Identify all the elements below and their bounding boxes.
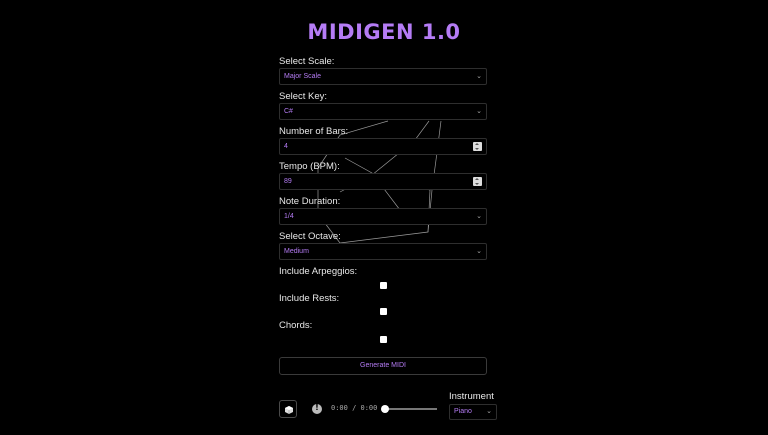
duration-select[interactable]: 1/4 ⌄ [279, 208, 487, 225]
generate-midi-button[interactable]: Generate MIDI [279, 357, 487, 375]
key-select[interactable]: C# ⌄ [279, 103, 487, 120]
arpeggios-checkbox[interactable] [379, 282, 387, 289]
bars-label: Number of Bars: [279, 126, 349, 137]
seek-handle[interactable] [381, 405, 389, 413]
instrument-label: Instrument [449, 391, 494, 402]
play-button[interactable] [279, 400, 297, 418]
octave-label: Select Octave: [279, 231, 341, 242]
tempo-stepper-icon[interactable] [473, 177, 482, 186]
chevron-down-icon: ⌄ [476, 248, 482, 255]
tempo-input[interactable]: 89 [279, 173, 487, 190]
cube-icon [285, 406, 293, 414]
chevron-down-icon: ⌄ [476, 73, 482, 80]
key-label: Select Key: [279, 91, 328, 102]
key-value: C# [284, 108, 293, 115]
rests-checkbox[interactable] [379, 308, 387, 315]
audio-player: 0:00 / 0:00 [279, 400, 439, 418]
tempo-label: Tempo (BPM): [279, 161, 340, 172]
scale-label: Select Scale: [279, 56, 335, 67]
tempo-value: 89 [284, 178, 292, 185]
rests-label: Include Rests: [279, 293, 340, 304]
bars-stepper-icon[interactable] [473, 142, 482, 151]
seek-bar[interactable] [385, 408, 437, 410]
chevron-down-icon: ⌄ [476, 108, 482, 115]
scale-value: Major Scale [284, 73, 321, 80]
chords-checkbox[interactable] [379, 336, 387, 343]
warning-icon [312, 403, 322, 414]
chords-label: Chords: [279, 320, 313, 331]
arpeggios-label: Include Arpeggios: [279, 266, 358, 277]
duration-value: 1/4 [284, 213, 294, 220]
app-title: MIDIGEN 1.0 [307, 20, 461, 44]
chevron-down-icon: ⌄ [476, 213, 482, 220]
bars-value: 4 [284, 143, 288, 150]
settings-form: Select Scale: Major Scale ⌄ Select Key: … [279, 56, 487, 348]
instrument-select[interactable]: Piano ⌄ [449, 404, 497, 420]
duration-label: Note Duration: [279, 196, 341, 207]
bars-input[interactable]: 4 [279, 138, 487, 155]
scale-select[interactable]: Major Scale ⌄ [279, 68, 487, 85]
instrument-value: Piano [454, 408, 472, 415]
octave-select[interactable]: Medium ⌄ [279, 243, 487, 260]
octave-value: Medium [284, 248, 309, 255]
chevron-down-icon: ⌄ [486, 408, 492, 415]
time-display: 0:00 / 0:00 [331, 404, 378, 412]
